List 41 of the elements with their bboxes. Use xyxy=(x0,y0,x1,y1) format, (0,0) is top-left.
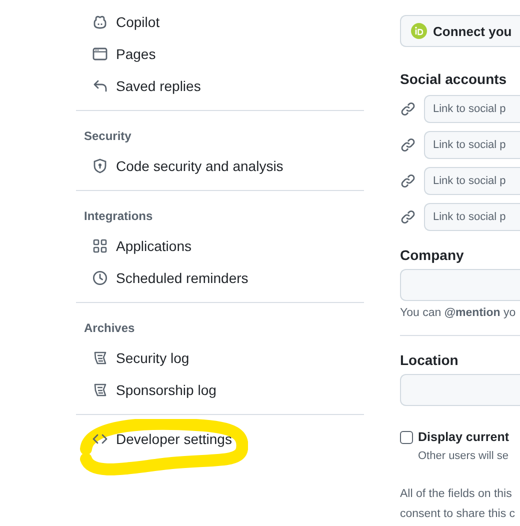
clock-icon xyxy=(92,270,108,286)
scroll-log-icon xyxy=(92,350,108,366)
sidebar-item[interactable]: Scheduled reminders xyxy=(76,262,364,294)
scroll-log-icon xyxy=(92,382,108,398)
link-icon xyxy=(400,209,416,225)
social-link-field[interactable]: Link to social p xyxy=(424,167,520,195)
checkbox-label: Display current xyxy=(418,430,510,444)
field-label: Location xyxy=(400,352,460,368)
sidebar-item[interactable]: Copilot xyxy=(76,6,364,38)
info-text: consent to share this c xyxy=(400,507,516,522)
section-heading: Archives xyxy=(83,320,136,337)
link-icon xyxy=(400,101,416,117)
section-heading: Integrations xyxy=(83,208,154,225)
hint-text: Other users will se xyxy=(418,450,510,462)
sidebar-item[interactable]: Security log xyxy=(76,342,364,374)
apps-grid-icon xyxy=(92,238,108,254)
field-label: Company xyxy=(400,247,465,263)
reply-arrow-icon xyxy=(92,78,108,94)
location-field[interactable] xyxy=(400,374,520,406)
info-text: All of the fields on this xyxy=(400,487,513,502)
sidebar-item[interactable]: Code security and analysis xyxy=(76,150,364,182)
orcid-icon xyxy=(411,23,427,39)
copilot-icon xyxy=(92,14,108,30)
link-icon xyxy=(400,173,416,189)
social-link-field[interactable]: Link to social p xyxy=(424,131,520,159)
sidebar-item[interactable]: Developer settings xyxy=(76,423,364,455)
sidebar-item[interactable]: Saved replies xyxy=(76,70,364,102)
social-link-field[interactable]: Link to social p xyxy=(424,203,520,231)
social-link-field[interactable]: Link to social p xyxy=(424,95,520,123)
sidebar-item[interactable]: Applications xyxy=(76,230,364,262)
browser-window-icon xyxy=(92,46,108,62)
sidebar-item[interactable]: Pages xyxy=(76,38,364,70)
sidebar-item[interactable]: Sponsorship log xyxy=(76,374,364,406)
connect-orcid-button[interactable]: Connect you xyxy=(400,15,520,47)
company-field[interactable] xyxy=(400,269,520,301)
checkbox[interactable] xyxy=(400,430,413,444)
shield-icon xyxy=(92,158,108,174)
section-heading: Social accounts xyxy=(400,71,508,87)
link-icon xyxy=(400,137,416,153)
hint-text: You can @mention yo xyxy=(400,307,517,319)
section-heading: Security xyxy=(83,128,132,145)
